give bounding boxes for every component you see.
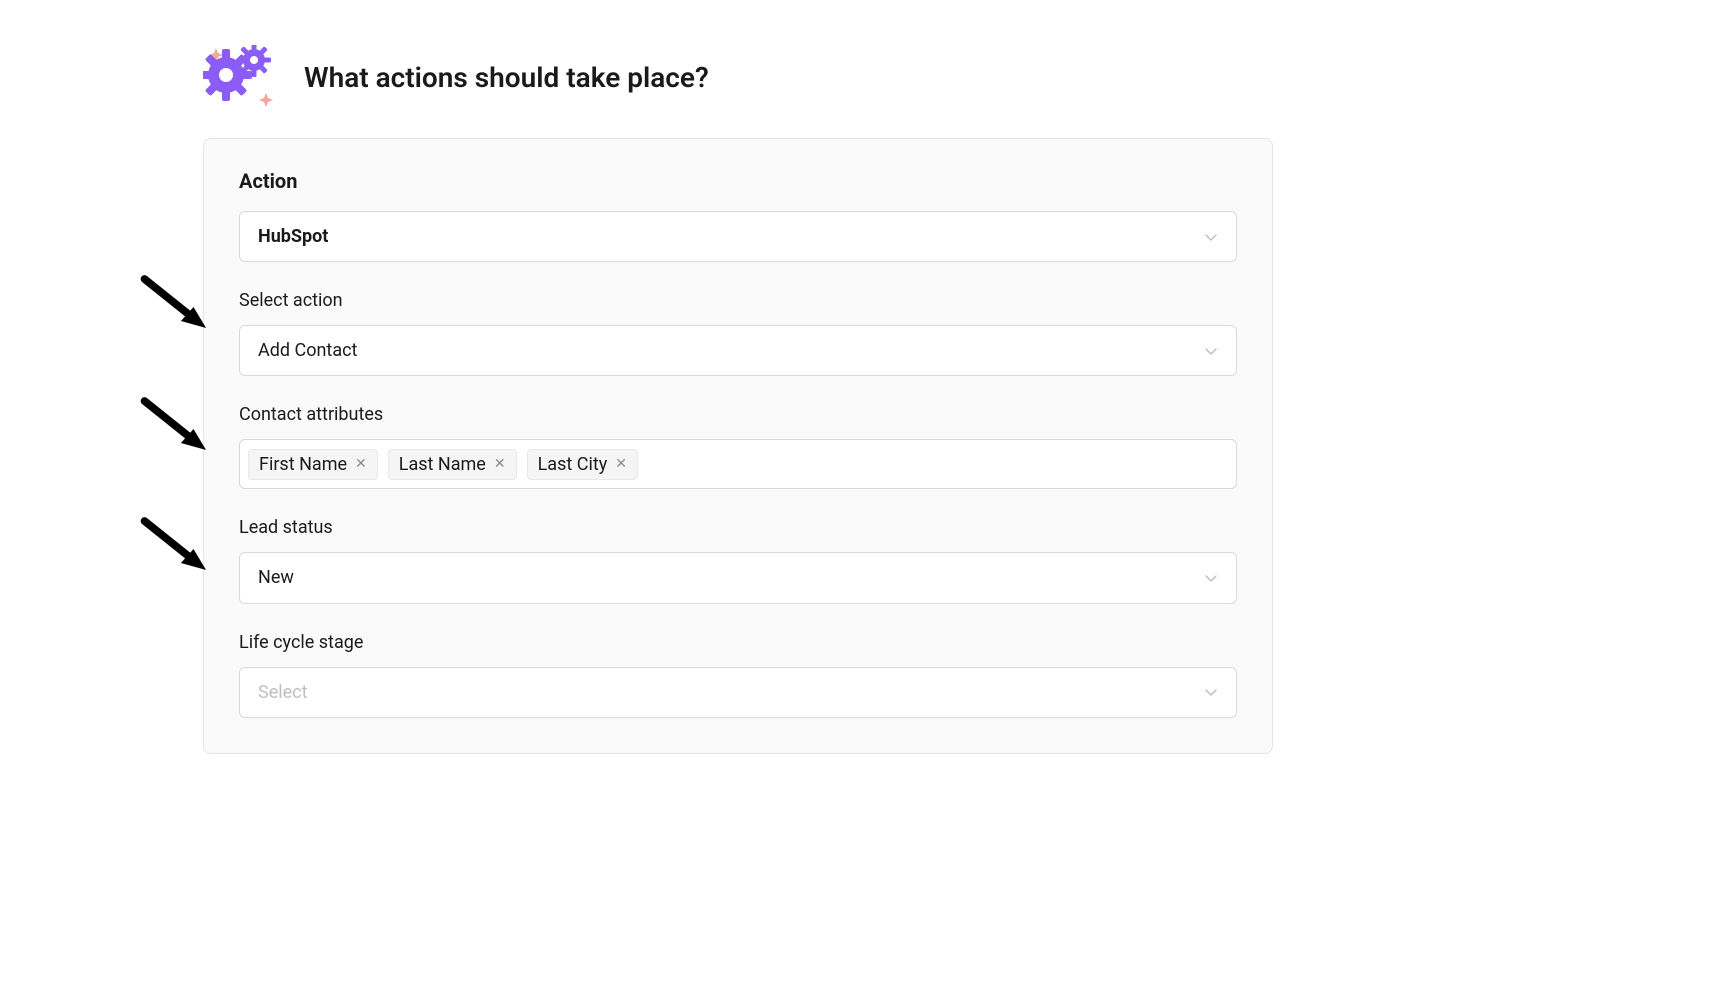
section-header: What actions should take place?	[203, 45, 1273, 110]
lead-status-value: New	[258, 565, 294, 590]
lead-status-select[interactable]: New	[239, 552, 1237, 603]
contact-attributes-label: Contact attributes	[239, 404, 1237, 425]
action-section-label: Action	[239, 169, 1237, 193]
contact-attributes-input[interactable]: First Name ✕ Last Name ✕ Last City ✕	[239, 439, 1237, 489]
chevron-down-icon	[1204, 685, 1218, 699]
chevron-down-icon	[1204, 230, 1218, 244]
tag-last-city: Last City ✕	[527, 449, 638, 480]
life-cycle-stage-select[interactable]: Select	[239, 667, 1237, 718]
arrow-annotation-3	[122, 514, 237, 584]
tag-label: First Name	[259, 454, 347, 475]
integration-select[interactable]: HubSpot	[239, 211, 1237, 262]
page-title: What actions should take place?	[304, 61, 709, 95]
arrow-annotation-1	[122, 272, 237, 342]
action-value: Add Contact	[258, 338, 357, 363]
tag-last-name: Last Name ✕	[388, 449, 517, 480]
lead-status-label: Lead status	[239, 517, 1237, 538]
chevron-down-icon	[1204, 344, 1218, 358]
life-cycle-stage-placeholder: Select	[258, 680, 307, 705]
tag-label: Last Name	[399, 454, 486, 475]
automation-gears-icon	[203, 45, 278, 110]
action-panel: Action HubSpot Select action Add Contact…	[203, 138, 1273, 754]
select-action-label: Select action	[239, 290, 1237, 311]
chevron-down-icon	[1204, 571, 1218, 585]
action-select[interactable]: Add Contact	[239, 325, 1237, 376]
arrow-annotation-2	[122, 394, 237, 464]
tag-label: Last City	[538, 454, 608, 475]
tag-first-name: First Name ✕	[248, 449, 378, 480]
close-icon[interactable]: ✕	[355, 457, 367, 471]
integration-value: HubSpot	[258, 224, 328, 249]
action-config-section: What actions should take place? Action H…	[203, 45, 1273, 754]
life-cycle-stage-label: Life cycle stage	[239, 632, 1237, 653]
close-icon[interactable]: ✕	[615, 457, 627, 471]
close-icon[interactable]: ✕	[494, 457, 506, 471]
